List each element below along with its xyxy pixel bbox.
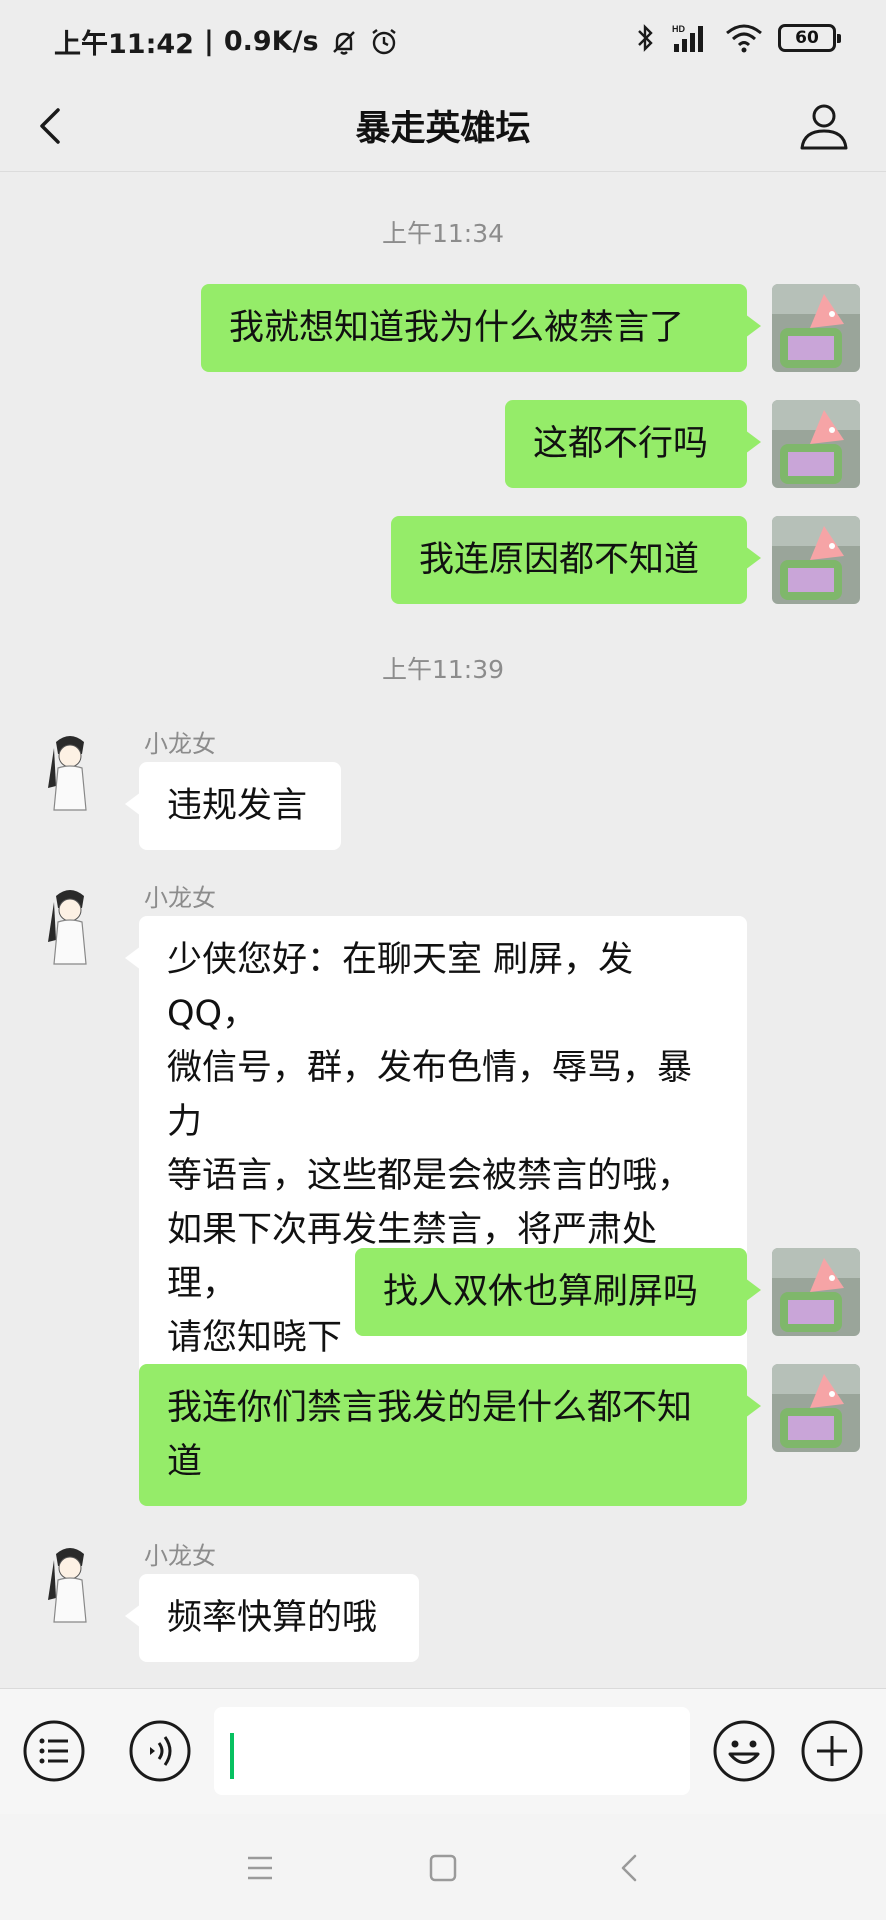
system-back-button[interactable] [610,1848,650,1888]
message-text: 我连原因都不知道 [419,540,700,580]
message-text: 违规发言 [167,786,308,826]
alarm-icon [371,28,396,54]
message-text: 找人双休也算刷屏吗 [383,1272,699,1312]
chat-info-button[interactable] [796,98,852,154]
my-avatar[interactable] [772,1248,860,1336]
message-bubble-self[interactable]: 这都不行吗 [505,400,761,488]
status-left: 上午11:42 | 0.9K/s [54,22,399,61]
bluetooth-icon [638,24,653,52]
my-avatar[interactable] [772,516,860,604]
message-text-line: 等语言，这些都是会被禁言的哦， [167,1156,693,1196]
voice-icon [150,1736,172,1766]
message-bubble-other[interactable]: 违规发言 [125,762,341,850]
menu-button[interactable] [22,1719,86,1783]
contact-avatar[interactable] [26,728,114,816]
recent-apps-button[interactable] [240,1848,280,1888]
my-avatar[interactable] [772,284,860,372]
message-text: 这都不行吗 [533,424,709,464]
my-avatar[interactable] [772,400,860,488]
battery-indicator: 60 [778,24,841,52]
contact-avatar[interactable] [26,882,114,970]
signal-icon: HD [672,24,703,52]
status-time: 上午11:42 [54,29,194,60]
voice-button[interactable] [128,1719,192,1783]
menu-lines-icon [248,1856,272,1880]
list-icon [39,1738,68,1764]
message-list[interactable]: 上午11:34 我就想知道我为什么被禁言了 这都不行吗 我连原因都不知道 上午1… [0,172,886,1688]
wifi-icon [726,24,762,53]
chevron-left-icon [621,1854,637,1882]
system-navigation-bar [0,1814,886,1920]
message-bubble-self[interactable]: 我连原因都不知道 [391,516,761,604]
message-text-line: 少侠您好：在聊天室 刷屏，发QQ， [167,940,634,1034]
sender-name: 小龙女 [144,1542,216,1570]
text-cursor [230,1733,234,1779]
message-bubble-self[interactable]: 找人双休也算刷屏吗 [355,1248,761,1336]
status-bar: 上午11:42 | 0.9K/s HD 60 [0,0,886,80]
square-icon [429,1854,457,1882]
message-bubble-other[interactable]: 频率快算的哦 [125,1574,419,1662]
smile-icon [713,1720,775,1782]
message-text-line: 微信号，群，发布色情，辱骂，暴力 [167,1048,693,1142]
timestamp: 上午11:39 [381,655,505,684]
person-icon [800,104,848,150]
message-input[interactable] [214,1707,690,1795]
timestamp: 上午11:34 [381,219,505,248]
message-bubble-self[interactable]: 我连你们禁言我发的是什么都不知 道 [139,1364,761,1506]
emoji-button[interactable] [712,1719,776,1783]
contact-avatar[interactable] [26,1540,114,1628]
message-bubble-self[interactable]: 我就想知道我为什么被禁言了 [201,284,761,372]
status-right: HD 60 [634,22,841,54]
chat-header: 暴走英雄坛 [0,80,886,172]
mute-bell-icon [332,30,355,55]
network-type-label: HD [672,24,685,34]
chat-title: 暴走英雄坛 [355,109,531,149]
sender-name: 小龙女 [144,730,216,758]
add-button[interactable] [800,1719,864,1783]
my-avatar[interactable] [772,1364,860,1452]
message-text-line: 道 [167,1442,203,1482]
message-text: 我就想知道我为什么被禁言了 [229,308,685,348]
home-button[interactable] [423,1848,463,1888]
plus-icon [801,1720,863,1782]
message-text-line: 我连你们禁言我发的是什么都不知 [167,1388,693,1428]
sender-name: 小龙女 [144,884,216,912]
input-bar [0,1688,886,1814]
message-text: 频率快算的哦 [167,1598,378,1638]
status-separator: | [203,26,214,57]
status-speed: 0.9K/s [223,26,319,57]
